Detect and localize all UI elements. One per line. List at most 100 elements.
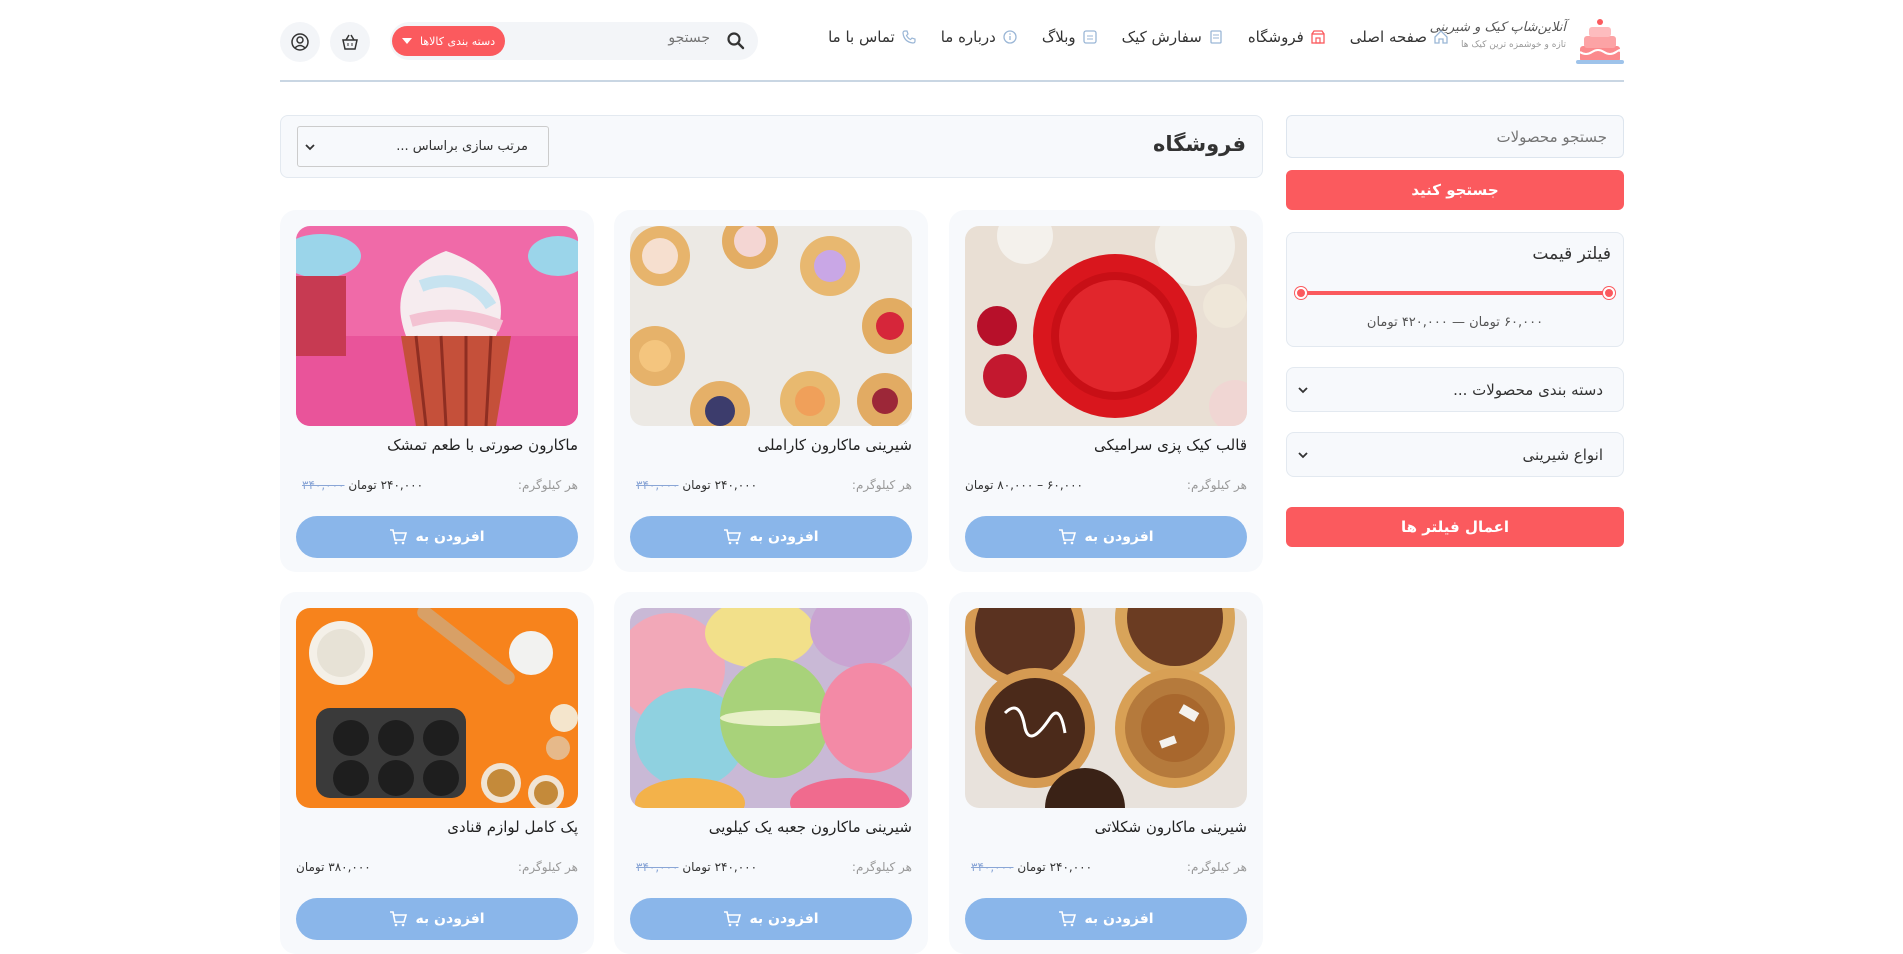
old-price: ۳۴۰,۰۰۰ xyxy=(636,478,679,492)
product-unit: هر کیلوگرم: xyxy=(1186,478,1247,492)
cart-icon xyxy=(724,911,742,927)
product-name[interactable]: شیرینی ماکارون جعبه یک کیلویی xyxy=(709,818,912,836)
account-button[interactable] xyxy=(280,22,320,62)
header: آنلاین‌شاپ کیک و شیرینی تازه و خوشمزه تر… xyxy=(280,0,1624,82)
cart-icon xyxy=(1059,529,1077,545)
nav-home-label: صفحه اصلی xyxy=(1349,28,1427,46)
shop-header: فروشگاه مرتب سازی براساس ... xyxy=(280,115,1263,178)
page-title: فروشگاه xyxy=(1152,132,1246,156)
category-menu-button[interactable]: دسته بندی کالاها xyxy=(392,26,506,56)
search-icon[interactable] xyxy=(726,31,746,51)
product-image[interactable] xyxy=(630,226,912,426)
product-name[interactable]: شیرینی ماکارون کاراملی xyxy=(757,436,912,454)
cake-logo-icon[interactable] xyxy=(1576,16,1624,66)
sort-select-label: مرتب سازی براساس ... xyxy=(396,139,528,154)
product-image[interactable] xyxy=(630,608,912,808)
add-to-cart-button[interactable]: افزودن به xyxy=(630,898,912,940)
brand-name: آنلاین‌شاپ کیک و شیرینی xyxy=(1429,20,1566,35)
basket-icon xyxy=(342,34,358,50)
add-to-cart-label: افزودن به xyxy=(415,911,485,927)
product-name[interactable]: قالب کیک پزی سرامیکی xyxy=(1094,436,1247,454)
note-icon xyxy=(1083,30,1097,44)
store-icon xyxy=(1311,30,1325,44)
product-search-input[interactable] xyxy=(1286,115,1624,158)
add-to-cart-label: افزودن به xyxy=(1084,911,1154,927)
cart-icon xyxy=(390,911,408,927)
header-search: دسته بندی کالاها xyxy=(390,22,758,60)
product-card: شیرینی ماکارون شکلاتی هر کیلوگرم: ۲۴۰,۰۰… xyxy=(949,592,1263,954)
sweet-type-dropdown[interactable]: انواع شیرینی xyxy=(1286,432,1624,477)
add-to-cart-label: افزودن به xyxy=(415,529,485,545)
brand-tagline: تازه و خوشمزه ترین کیک ها xyxy=(1461,40,1566,50)
price-filter-title: فیلتر قیمت xyxy=(1532,244,1611,264)
add-to-cart-button[interactable]: افزودن به xyxy=(630,516,912,558)
product-search-button-label: جستجو کنید xyxy=(1411,181,1499,199)
old-price: ۳۴۰,۰۰۰ xyxy=(302,478,345,492)
current-price: ۶۰,۰۰۰ – ۸۰,۰۰۰ تومان xyxy=(965,478,1083,492)
current-price: ۲۴۰,۰۰۰ تومان xyxy=(348,478,424,492)
chevron-down-icon xyxy=(1298,452,1308,459)
cart-button[interactable] xyxy=(330,22,370,62)
nav-store-label: فروشگاه xyxy=(1247,28,1304,46)
nav-store[interactable]: فروشگاه xyxy=(1248,28,1326,46)
product-unit: هر کیلوگرم: xyxy=(851,478,912,492)
nav-home[interactable]: صفحه اصلی xyxy=(1350,28,1449,46)
nav-order-cake-label: سفارش کیک xyxy=(1121,28,1202,46)
add-to-cart-label: افزودن به xyxy=(1084,529,1154,545)
add-to-cart-button[interactable]: افزودن به xyxy=(965,898,1247,940)
price-slider-max-handle[interactable] xyxy=(1603,287,1615,299)
product-name[interactable]: پک کامل لوازم قنادی xyxy=(447,818,578,836)
cart-icon xyxy=(724,529,742,545)
product-image[interactable] xyxy=(965,226,1247,426)
current-price: ۲۴۰,۰۰۰ تومان xyxy=(682,478,758,492)
home-icon xyxy=(1434,30,1448,44)
category-dropdown-label: دسته بندی محصولات ... xyxy=(1453,380,1603,399)
product-unit: هر کیلوگرم: xyxy=(851,860,912,874)
price-filter: فیلتر قیمت ۶۰,۰۰۰ تومان — ۴۲۰,۰۰۰ تومان xyxy=(1286,232,1624,347)
nav-contact[interactable]: تماس با ما xyxy=(828,28,917,46)
nav-about-label: درباره ما xyxy=(940,28,996,46)
product-price: ۶۰,۰۰۰ – ۸۰,۰۰۰ تومان xyxy=(965,478,1083,492)
product-image[interactable] xyxy=(965,608,1247,808)
product-unit: هر کیلوگرم: xyxy=(517,860,578,874)
nav-contact-label: تماس با ما xyxy=(828,28,895,46)
document-icon xyxy=(1210,30,1222,44)
product-name[interactable]: ماکارون صورتی با طعم تمشک xyxy=(387,436,578,454)
price-slider-min-handle[interactable] xyxy=(1295,287,1307,299)
nav-about[interactable]: درباره ما xyxy=(941,28,1018,46)
product-name[interactable]: شیرینی ماکارون شکلاتی xyxy=(1095,818,1247,836)
current-price: ۲۴۰,۰۰۰ تومان xyxy=(1017,860,1093,874)
product-search-button[interactable]: جستجو کنید xyxy=(1286,170,1624,210)
sort-select[interactable]: مرتب سازی براساس ... xyxy=(297,126,549,167)
current-price: ۲۴۰,۰۰۰ تومان xyxy=(682,860,758,874)
product-unit: هر کیلوگرم: xyxy=(517,478,578,492)
add-to-cart-button[interactable]: افزودن به xyxy=(296,516,578,558)
price-range-text: ۶۰,۰۰۰ تومان — ۴۲۰,۰۰۰ تومان xyxy=(1366,315,1544,330)
add-to-cart-label: افزودن به xyxy=(749,529,819,545)
phone-icon xyxy=(902,30,916,44)
product-image[interactable] xyxy=(296,608,578,808)
price-slider-track[interactable] xyxy=(1295,287,1615,299)
product-image[interactable] xyxy=(296,226,578,426)
nav-blog[interactable]: وبلاگ xyxy=(1042,28,1098,46)
product-price: ۲۴۰,۰۰۰ تومان ۳۴۰,۰۰۰ xyxy=(965,860,1092,874)
add-to-cart-button[interactable]: افزودن به xyxy=(965,516,1247,558)
product-price: ۲۴۰,۰۰۰ تومان ۳۴۰,۰۰۰ xyxy=(630,478,757,492)
nav-order-cake[interactable]: سفارش کیک xyxy=(1122,28,1224,46)
product-price: ۳۸۰,۰۰۰ تومان xyxy=(296,860,371,874)
add-to-cart-button[interactable]: افزودن به xyxy=(296,898,578,940)
old-price: ۳۴۰,۰۰۰ xyxy=(971,860,1014,874)
product-price: ۲۴۰,۰۰۰ تومان ۳۴۰,۰۰۰ xyxy=(296,478,423,492)
nav-blog-label: وبلاگ xyxy=(1041,28,1076,46)
sweet-type-dropdown-label: انواع شیرینی xyxy=(1522,445,1603,464)
product-card: پک کامل لوازم قنادی هر کیلوگرم: ۳۸۰,۰۰۰ … xyxy=(280,592,594,954)
category-dropdown[interactable]: دسته بندی محصولات ... xyxy=(1286,367,1624,412)
category-menu-label: دسته بندی کالاها xyxy=(420,34,496,48)
product-card: قالب کیک پزی سرامیکی هر کیلوگرم: ۶۰,۰۰۰ … xyxy=(949,210,1263,572)
header-search-input[interactable] xyxy=(550,30,710,46)
product-card: شیرینی ماکارون کاراملی هر کیلوگرم: ۲۴۰,۰… xyxy=(614,210,928,572)
apply-filters-button[interactable]: اعمال فیلتر ها xyxy=(1286,507,1624,547)
product-price: ۲۴۰,۰۰۰ تومان ۳۴۰,۰۰۰ xyxy=(630,860,757,874)
apply-filters-label: اعمال فیلتر ها xyxy=(1400,518,1510,536)
sidebar: جستجو کنید فیلتر قیمت ۶۰,۰۰۰ تومان — ۴۲۰… xyxy=(1286,115,1624,547)
